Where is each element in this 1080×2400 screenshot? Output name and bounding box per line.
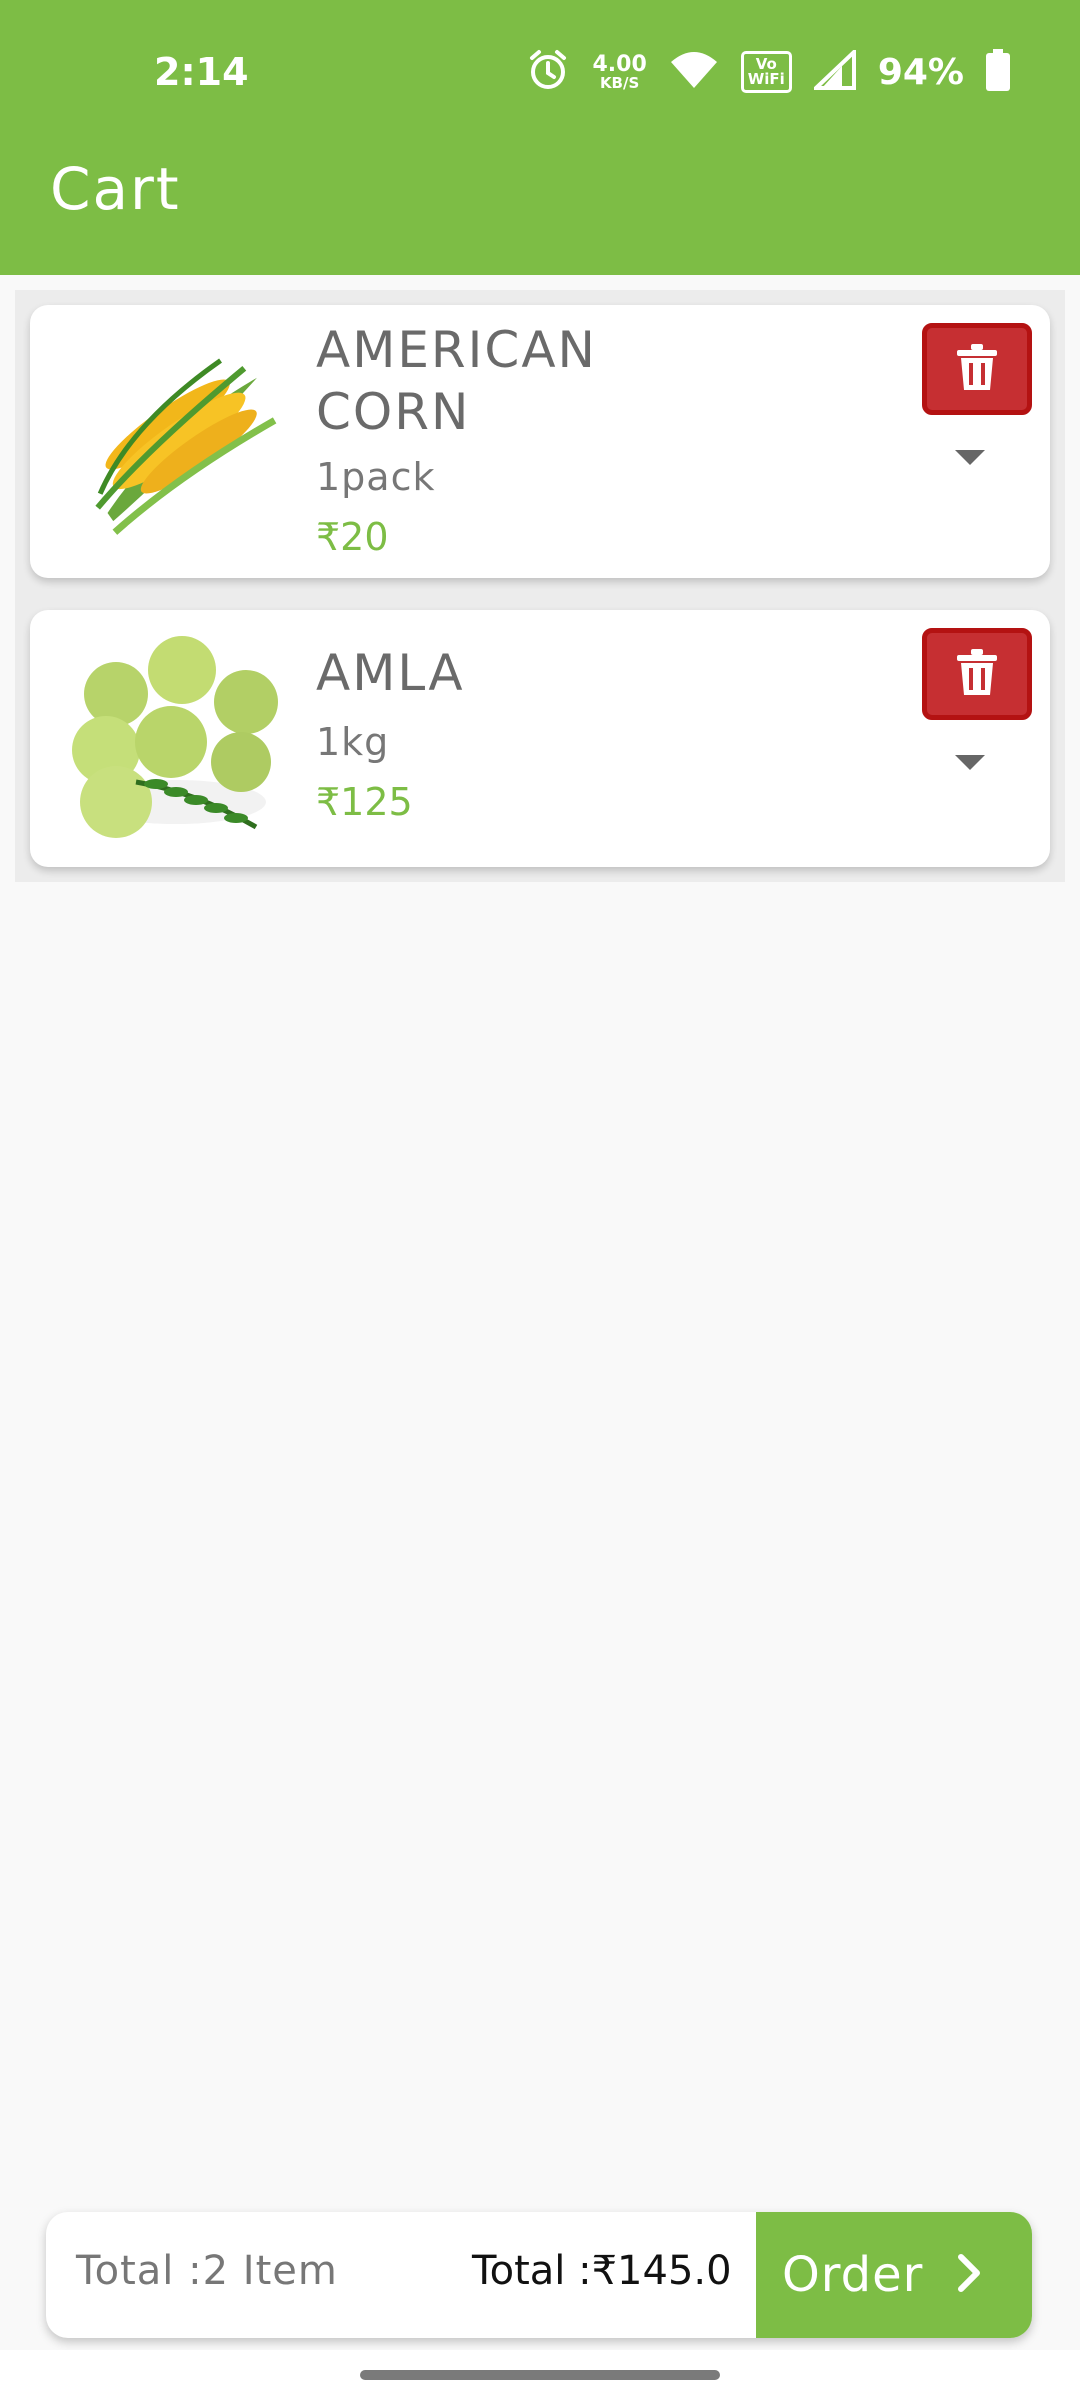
wifi-icon — [669, 50, 719, 94]
status-time: 2:14 — [154, 50, 249, 94]
item-name-line1: AMERICAN — [316, 321, 597, 379]
status-bar: 2:14 4.00 KB/S Vo WiFi 94% — [0, 0, 1080, 150]
cart-item[interactable]: AMLA 1kg ₹125 — [30, 610, 1050, 867]
battery-icon — [986, 49, 1010, 95]
delete-button[interactable] — [922, 628, 1032, 720]
quantity-dropdown-icon[interactable] — [955, 450, 985, 465]
trash-icon — [957, 344, 997, 394]
cart-item[interactable]: AMERICAN CORN 1pack ₹20 — [30, 305, 1050, 578]
speed-unit: KB/S — [599, 73, 640, 92]
vowifi-bottom: WiFi — [747, 70, 785, 88]
item-name-line1: AMLA — [316, 644, 465, 702]
item-quantity: 1kg — [316, 720, 390, 764]
delete-button[interactable] — [922, 323, 1032, 415]
item-name-line2: CORN — [316, 383, 471, 441]
item-price: ₹125 — [316, 780, 413, 824]
page-title: Cart — [50, 155, 181, 223]
order-button[interactable]: Order — [756, 2212, 1032, 2338]
quantity-dropdown-icon[interactable] — [955, 755, 985, 770]
item-quantity: 1pack — [316, 455, 436, 499]
item-price: ₹20 — [316, 515, 389, 559]
alarm-icon — [526, 48, 570, 96]
signal-icon — [810, 47, 856, 94]
gesture-handle[interactable] — [360, 2370, 720, 2380]
items-total: Total :2 Item — [76, 2248, 338, 2294]
status-icons: 4.00 KB/S Vo WiFi 94% — [526, 44, 1010, 100]
system-nav-bar — [0, 2350, 1080, 2400]
chevron-right-icon — [957, 2253, 983, 2297]
battery-percent: 94% — [877, 51, 964, 93]
item-name: AMLA — [316, 642, 465, 704]
speed-value: 4.00 — [592, 51, 647, 77]
cart-footer: Total :2 Item Total :₹145.0 Order — [46, 2212, 1032, 2338]
app-bar: 2:14 4.00 KB/S Vo WiFi 94% Cart — [0, 0, 1080, 275]
vowifi-icon: Vo WiFi — [740, 51, 792, 93]
network-speed: 4.00 KB/S — [592, 51, 647, 92]
corn-image — [56, 333, 286, 547]
amount-total: Total :₹145.0 — [472, 2248, 732, 2294]
amla-image — [56, 632, 296, 846]
item-name: AMERICAN CORN — [316, 319, 597, 443]
order-label: Order — [782, 2247, 924, 2303]
trash-icon — [957, 649, 997, 699]
